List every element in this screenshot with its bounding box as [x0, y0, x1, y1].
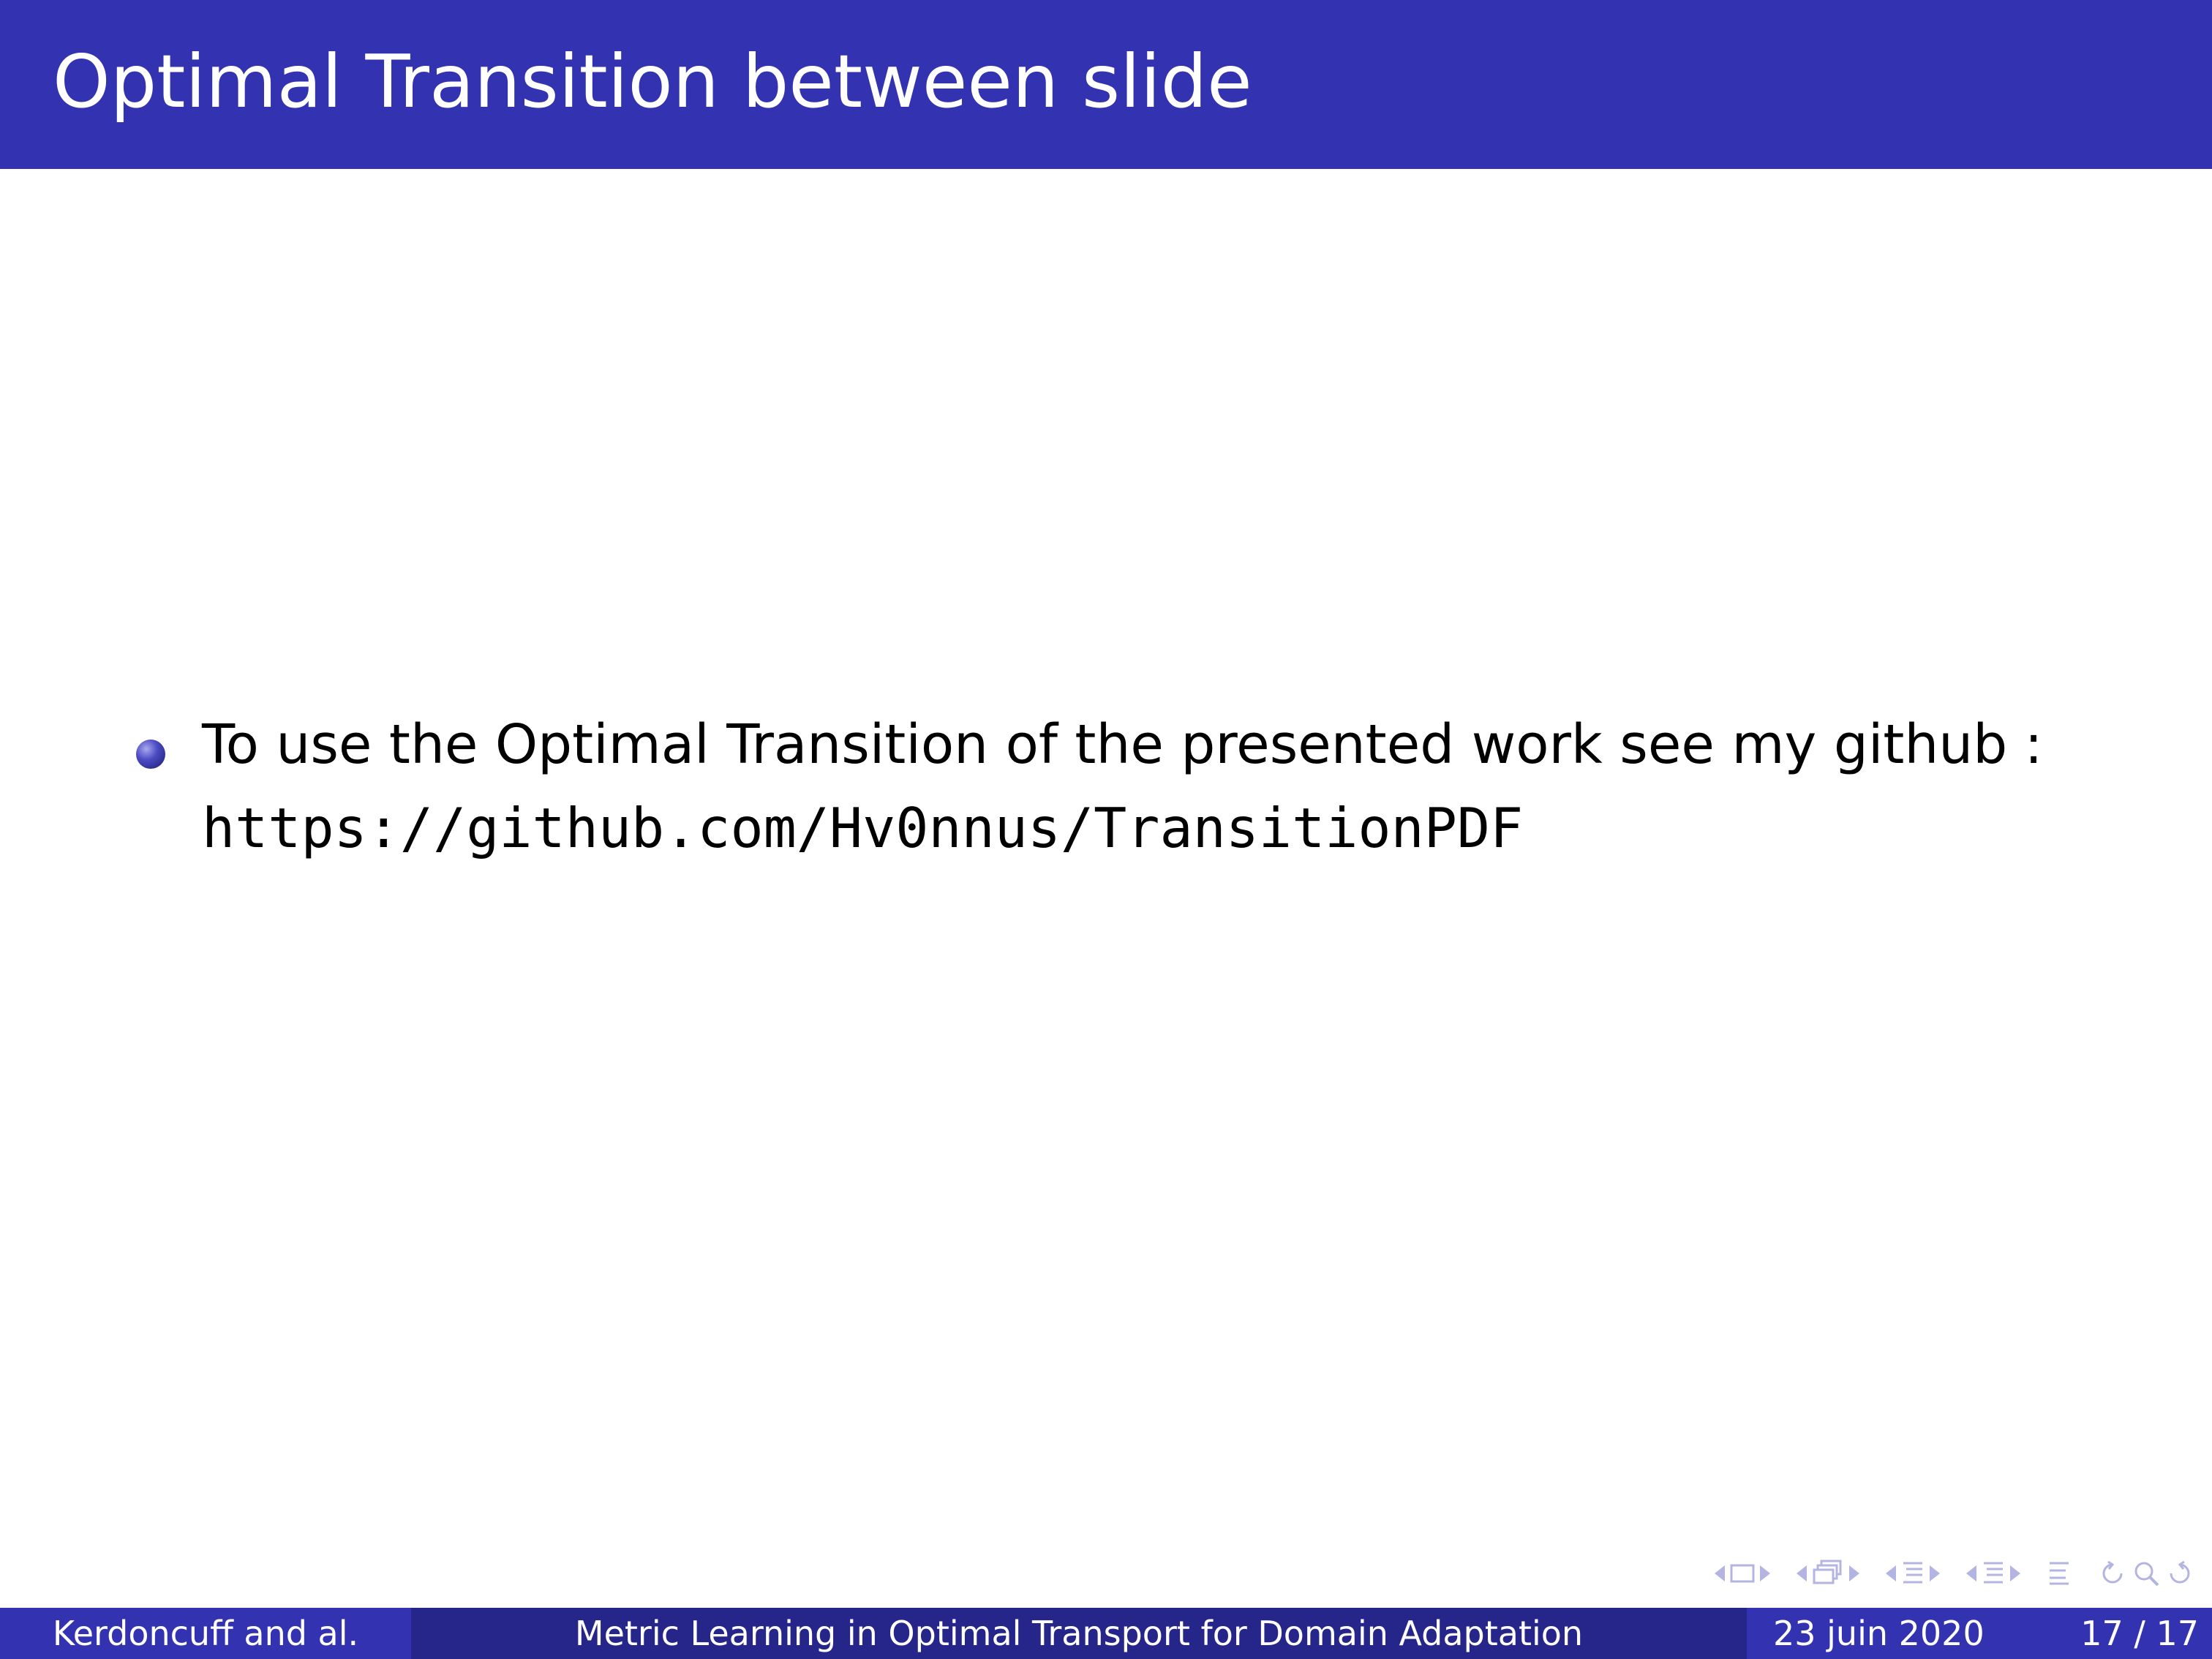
nav-part-prev-icon[interactable] [1966, 1565, 1976, 1581]
nav-align-group [2047, 1559, 2072, 1588]
nav-part-next-icon[interactable] [2010, 1565, 2020, 1581]
nav-section-prev-icon[interactable] [1886, 1565, 1896, 1581]
slide-title: Optimal Transition between slide [53, 39, 1252, 124]
nav-back-icon[interactable] [2098, 1559, 2127, 1588]
nav-section-next-icon[interactable] [1930, 1565, 1940, 1581]
nav-subsection-icon[interactable] [1811, 1559, 1845, 1588]
nav-frame-icon[interactable] [1729, 1562, 1756, 1584]
slide-header: Optimal Transition between slide [0, 0, 2212, 169]
nav-frame-prev-icon[interactable] [1715, 1565, 1725, 1581]
beamer-navigation-bar [1693, 1555, 2194, 1592]
nav-section-icon[interactable] [1900, 1559, 1925, 1588]
bullet-text: To use the Optimal Transition of the pre… [202, 713, 2043, 776]
nav-align-icon[interactable] [2047, 1559, 2072, 1588]
footer-page-number: 17 / 17 [2080, 1614, 2199, 1653]
nav-subsection-prev-icon[interactable] [1797, 1565, 1807, 1581]
nav-part-group [1966, 1559, 2020, 1588]
nav-subsection-group [1797, 1559, 1859, 1588]
nav-frame-next-icon[interactable] [1760, 1565, 1770, 1581]
nav-forward-icon[interactable] [2165, 1559, 2194, 1588]
github-link[interactable]: https://github.com/Hv0nnus/TransitionPDF [202, 786, 1523, 870]
footer-date: 23 juin 2020 [1773, 1614, 1985, 1653]
bullet-ball-icon [136, 740, 165, 769]
nav-frame-group [1715, 1562, 1770, 1584]
slide-footer: Kerdoncuff and al. Metric Learning in Op… [0, 1608, 2212, 1659]
slide: Optimal Transition between slide To use … [0, 0, 2212, 1659]
nav-part-icon[interactable] [1981, 1559, 2006, 1588]
footer-date-page: 23 juin 2020 17 / 17 [1747, 1608, 2212, 1659]
footer-author: Kerdoncuff and al. [0, 1608, 411, 1659]
nav-search-group [2098, 1559, 2194, 1588]
footer-title: Metric Learning in Optimal Transport for… [411, 1608, 1747, 1659]
footer-author-text: Kerdoncuff and al. [52, 1614, 359, 1653]
nav-subsection-next-icon[interactable] [1849, 1565, 1859, 1581]
nav-search-icon[interactable] [2132, 1559, 2161, 1588]
footer-title-text: Metric Learning in Optimal Transport for… [574, 1614, 1584, 1653]
nav-section-group [1886, 1559, 1940, 1588]
slide-content: To use the Optimal Transition of the pre… [0, 169, 2212, 1603]
